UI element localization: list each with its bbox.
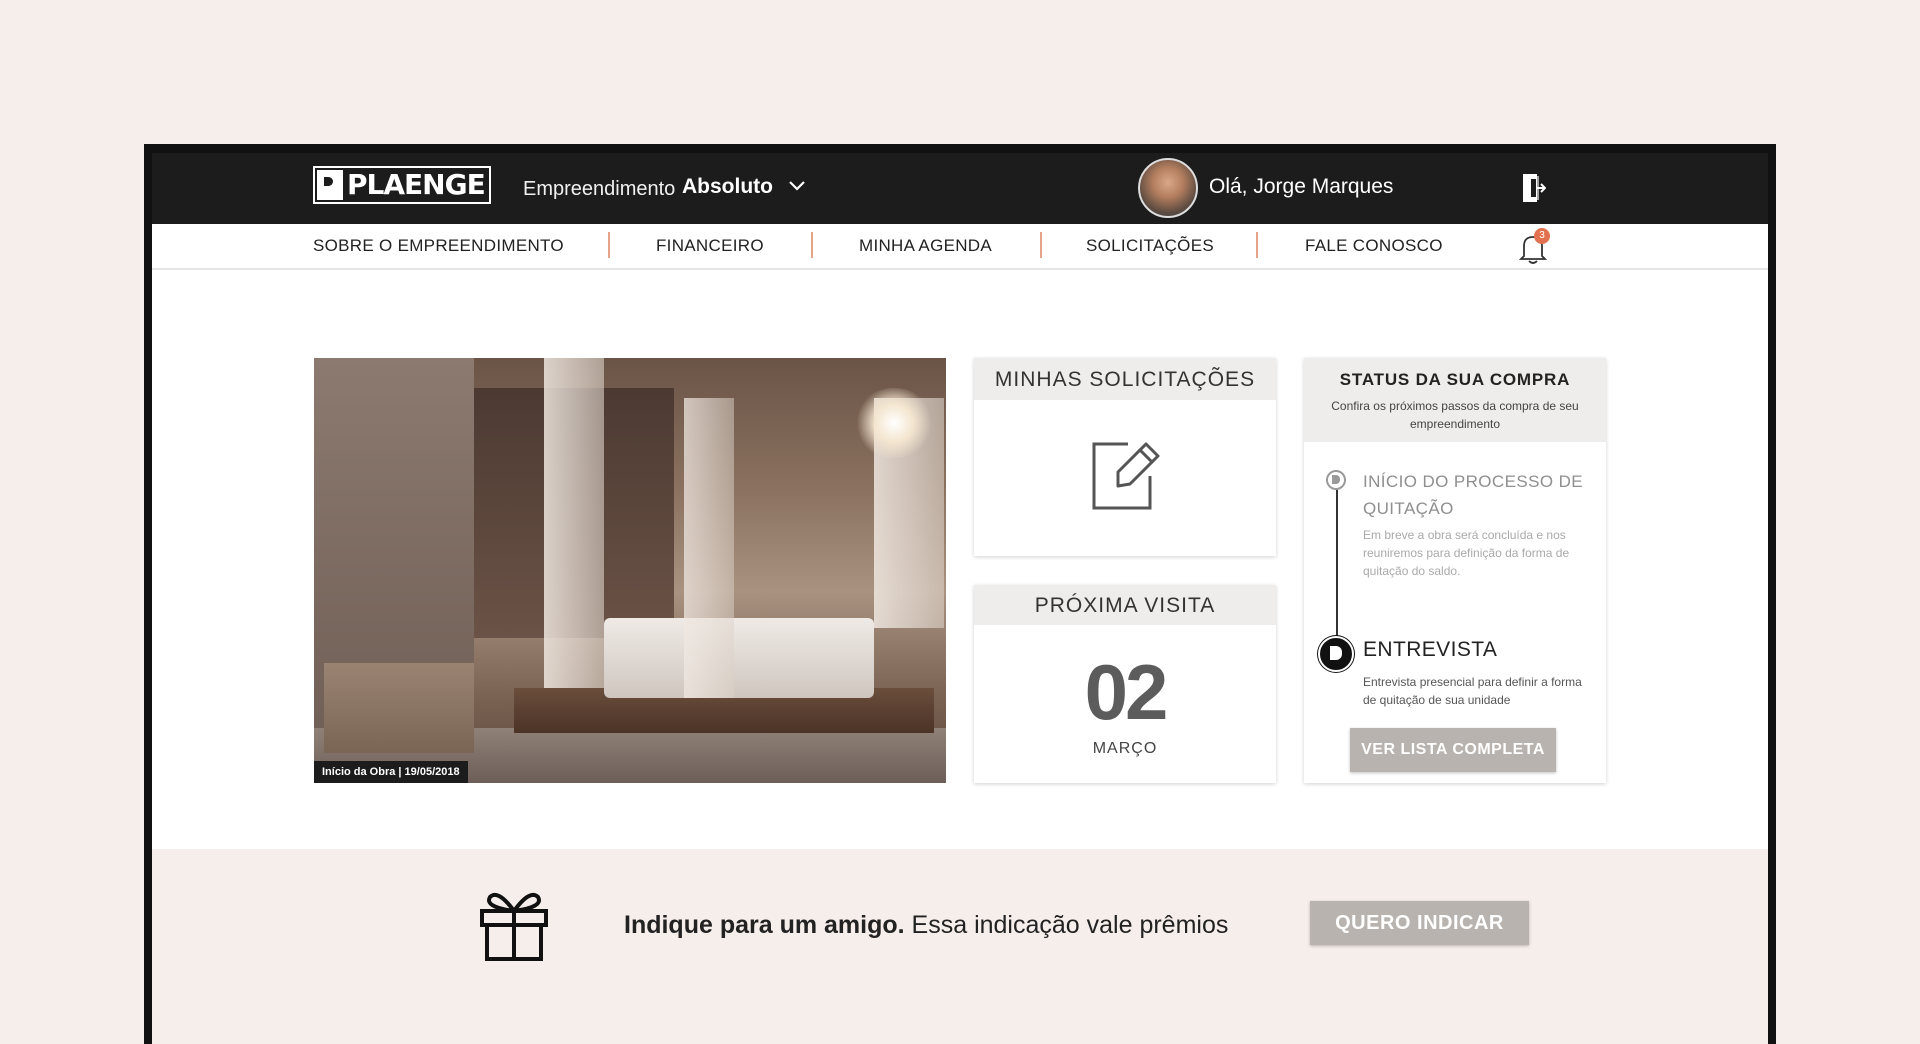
status-header: STATUS DA SUA COMPRA Confira os próximos…	[1304, 358, 1606, 442]
referral-banner: Indique para um amigo. Essa indicação va…	[152, 849, 1768, 1044]
solicitacoes-title: MINHAS SOLICITAÇÕES	[974, 358, 1276, 400]
proxima-visita-card[interactable]: PRÓXIMA VISITA 02 MARÇO	[974, 585, 1276, 783]
notification-badge: 3	[1534, 228, 1550, 244]
solicitacoes-card[interactable]: MINHAS SOLICITAÇÕES	[974, 358, 1276, 556]
nav-item-sobre[interactable]: SOBRE O EMPREENDIMENTO	[313, 236, 564, 256]
referral-regular-text: Essa indicação vale prêmios	[911, 911, 1229, 939]
main-nav: SOBRE O EMPREENDIMENTO FINANCEIRO MINHA …	[152, 224, 1768, 270]
status-card: STATUS DA SUA COMPRA Confira os próximos…	[1304, 358, 1606, 783]
step-description: Entrevista presencial para definir a for…	[1363, 675, 1582, 707]
plaenge-logo[interactable]: PLAENGE	[313, 166, 491, 204]
nav-item-solicitacoes[interactable]: SOLICITAÇÕES	[1086, 236, 1214, 256]
user-avatar[interactable]	[1138, 158, 1198, 218]
logout-icon[interactable]	[1522, 173, 1546, 203]
nav-divider	[1256, 232, 1258, 258]
step-title: INÍCIO DO PROCESSO DE QUITAÇÃO	[1363, 472, 1583, 518]
quero-indicar-button[interactable]: QUERO INDICAR	[1310, 901, 1529, 945]
visita-month: MARÇO	[1092, 740, 1158, 757]
visita-day: 02	[1084, 648, 1169, 736]
step-current-icon	[1318, 636, 1354, 672]
logo-text: PLAENGE	[347, 168, 486, 201]
step-pending-icon	[1326, 470, 1346, 490]
app-screen: PLAENGE Empreendimento Absoluto Olá, Jor…	[152, 153, 1768, 1044]
step-description: Em breve a obra será concluída e nos reu…	[1363, 528, 1570, 578]
gift-icon	[480, 892, 548, 961]
top-header: PLAENGE Empreendimento Absoluto Olá, Jor…	[152, 153, 1768, 224]
status-subtitle: Confira os próximos passos da compra de …	[1331, 399, 1579, 431]
empreendimento-label: Empreendimento	[523, 178, 676, 200]
nav-item-agenda[interactable]: MINHA AGENDA	[859, 236, 992, 256]
timeline-line	[1336, 480, 1338, 640]
browser-frame: PLAENGE Empreendimento Absoluto Olá, Jor…	[144, 144, 1776, 1044]
edit-icon[interactable]	[1088, 438, 1162, 512]
photo-caption: Início da Obra | 19/05/2018	[314, 761, 468, 783]
nav-divider	[811, 232, 813, 258]
referral-bold-text: Indique para um amigo.	[624, 911, 905, 939]
nav-divider	[608, 232, 610, 258]
visita-title: PRÓXIMA VISITA	[974, 585, 1276, 625]
empreendimento-selector[interactable]: Absoluto	[682, 175, 773, 199]
referral-text: Indique para um amigo. Essa indicação va…	[624, 911, 1228, 940]
nav-item-fale-conosco[interactable]: FALE CONOSCO	[1305, 236, 1443, 256]
nav-divider	[1040, 232, 1042, 258]
logo-mark-icon	[317, 170, 343, 200]
nav-item-financeiro[interactable]: FINANCEIRO	[656, 236, 764, 256]
ver-lista-completa-button[interactable]: VER LISTA COMPLETA	[1350, 728, 1556, 772]
status-title: STATUS DA SUA COMPRA	[1339, 370, 1571, 389]
user-greeting: Olá, Jorge Marques	[1209, 175, 1394, 198]
chevron-down-icon[interactable]	[788, 171, 806, 201]
step-title: ENTREVISTA	[1363, 638, 1498, 661]
property-photo: Início da Obra | 19/05/2018	[314, 358, 946, 783]
